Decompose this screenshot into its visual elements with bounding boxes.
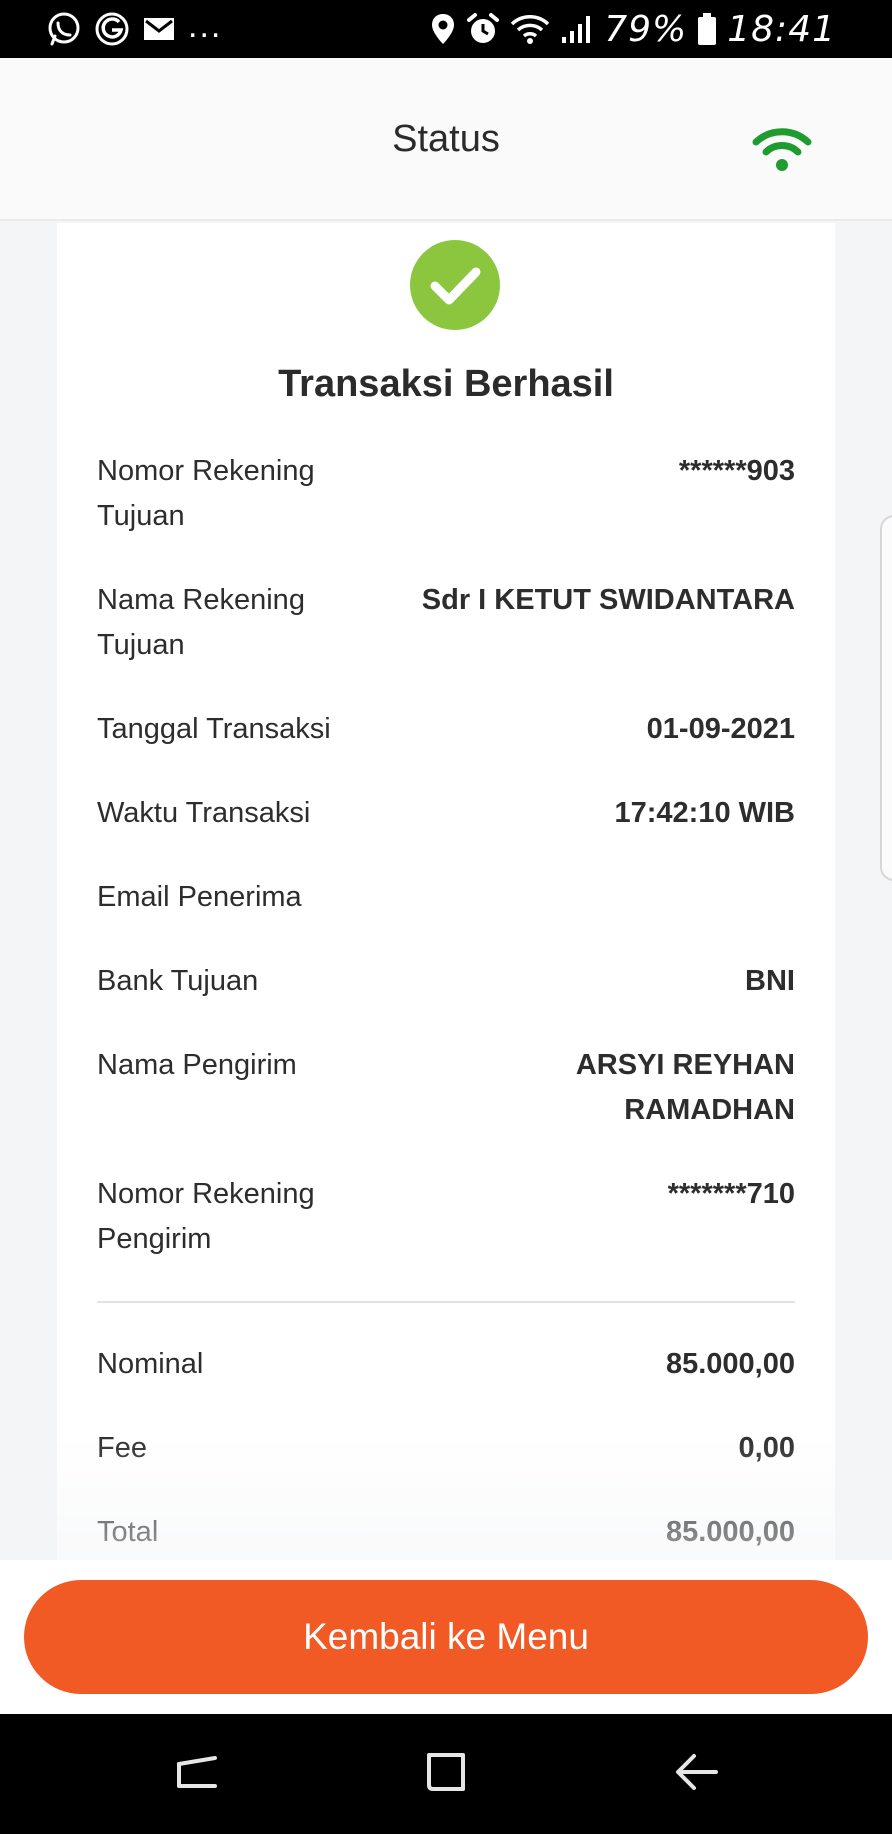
recent-apps-icon[interactable]: [167, 1742, 227, 1802]
detail-value: *******710: [667, 1178, 795, 1210]
system-navigation-bar: [0, 1714, 892, 1834]
home-icon[interactable]: [416, 1742, 476, 1802]
battery-percentage: 79%: [604, 8, 688, 50]
detail-value: BNI: [745, 965, 795, 997]
back-icon[interactable]: [668, 1742, 728, 1802]
detail-row-destination-account-name: Nama Rekening Tujuan Sdr I KETUT SWIDANT…: [97, 578, 795, 668]
detail-label: Waktu Transaksi: [97, 797, 311, 829]
detail-label: Nomor Rekening Tujuan: [97, 455, 315, 532]
edge-panel-handle[interactable]: [880, 515, 892, 881]
detail-row-sender-name: Nama Pengirim ARSYI REYHAN RAMADHAN: [97, 1043, 795, 1133]
summary-value: 85.000,00: [665, 1516, 795, 1548]
detail-label: Nomor Rekening Pengirim: [97, 1178, 315, 1255]
summary-divider: [97, 1301, 795, 1303]
detail-value: ******903: [678, 455, 795, 487]
battery-icon: [698, 13, 717, 45]
summary-value: 85.000,00: [665, 1348, 795, 1380]
summary-label: Fee: [97, 1432, 147, 1464]
clock: 18:41: [727, 8, 836, 50]
detail-label: Nama Rekening Tujuan: [97, 584, 305, 661]
wifi-icon: [511, 15, 550, 44]
whatsapp-icon: [48, 12, 80, 46]
check-circle-icon: [410, 240, 500, 330]
more-notifications-indicator: ...: [188, 6, 223, 45]
alarm-icon: [467, 13, 500, 43]
location-icon: [432, 14, 455, 44]
bottom-action-bar: Kembali ke Menu: [0, 1560, 892, 1714]
transaction-status-title: Transaksi Berhasil: [278, 363, 614, 405]
g-icon: [95, 12, 129, 46]
summary-label: Nominal: [97, 1348, 204, 1380]
detail-label: Bank Tujuan: [97, 965, 259, 997]
detail-row-transaction-date: Tanggal Transaksi 01-09-2021: [97, 707, 795, 752]
detail-label: Tanggal Transaksi: [97, 713, 331, 745]
app-header: Status: [0, 58, 892, 221]
detail-label: Email Penerima: [97, 881, 302, 913]
connection-wifi-icon: [752, 128, 812, 171]
detail-row-destination-bank: Bank Tujuan BNI: [97, 959, 795, 1004]
notification-icons: ...: [46, 0, 222, 58]
summary-label: Total: [97, 1516, 159, 1548]
receipt-card: Transaksi Berhasil Nomor Rekening Tujuan…: [57, 223, 835, 1560]
summary-row-fee: Fee 0,00: [97, 1426, 795, 1471]
detail-value: 17:42:10 WIB: [614, 797, 795, 829]
system-status-bar: ... 79% 18:41: [0, 0, 892, 58]
summary-value: 0,00: [738, 1432, 795, 1464]
summary-row-total: Total 85.000,00: [97, 1510, 795, 1555]
summary-row-nominal: Nominal 85.000,00: [97, 1342, 795, 1387]
detail-row-recipient-email: Email Penerima: [97, 875, 795, 920]
cell-signal-icon: [562, 16, 591, 43]
detail-value: ARSYI REYHAN RAMADHAN: [575, 1049, 795, 1126]
receipt-scroll-area[interactable]: Transaksi Berhasil Nomor Rekening Tujuan…: [0, 223, 892, 1560]
detail-label: Nama Pengirim: [97, 1049, 297, 1081]
mail-icon: [144, 18, 174, 40]
detail-row-destination-account-number: Nomor Rekening Tujuan ******903: [97, 449, 795, 539]
system-indicators: 79% 18:41: [430, 0, 836, 58]
detail-value: 01-09-2021: [646, 713, 795, 745]
detail-value: Sdr I KETUT SWIDANTARA: [421, 584, 795, 616]
detail-row-sender-account-number: Nomor Rekening Pengirim *******710: [97, 1172, 795, 1262]
detail-row-transaction-time: Waktu Transaksi 17:42:10 WIB: [97, 791, 795, 836]
back-to-menu-button[interactable]: Kembali ke Menu: [24, 1580, 868, 1694]
